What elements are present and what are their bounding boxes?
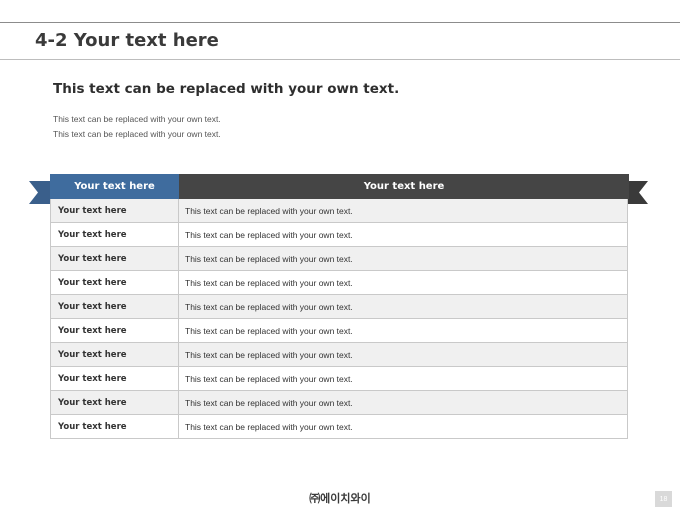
row-label: Your text here [51, 415, 179, 438]
top-divider [0, 22, 680, 23]
row-value: This text can be replaced with your own … [185, 253, 353, 264]
body-text: This text can be replaced with your own … [53, 112, 221, 142]
row-label: Your text here [51, 199, 179, 222]
table-row: Your text here This text can be replaced… [51, 391, 627, 415]
row-label: Your text here [51, 247, 179, 270]
table-header-col-1: Your text here [50, 174, 179, 199]
row-label: Your text here [51, 367, 179, 390]
row-label: Your text here [51, 343, 179, 366]
body-line: This text can be replaced with your own … [53, 114, 221, 124]
row-value: This text can be replaced with your own … [185, 397, 353, 408]
row-value: This text can be replaced with your own … [185, 373, 353, 384]
table-row: Your text here This text can be replaced… [51, 223, 627, 247]
row-value: This text can be replaced with your own … [185, 301, 353, 312]
row-label: Your text here [51, 319, 179, 342]
table-row: Your text here This text can be replaced… [51, 415, 627, 439]
row-label: Your text here [51, 223, 179, 246]
table-row: Your text here This text can be replaced… [51, 295, 627, 319]
row-label: Your text here [51, 295, 179, 318]
table-row: Your text here This text can be replaced… [51, 271, 627, 295]
table-row: Your text here This text can be replaced… [51, 343, 627, 367]
slide-title: 4-2 Your text here [35, 30, 219, 51]
table-header-col-2: Your text here [179, 174, 629, 199]
body-line: This text can be replaced with your own … [53, 129, 221, 139]
row-value: This text can be replaced with your own … [185, 325, 353, 336]
row-label: Your text here [51, 391, 179, 414]
table-row: Your text here This text can be replaced… [51, 247, 627, 271]
title-divider [0, 59, 680, 60]
row-value: This text can be replaced with your own … [185, 229, 353, 240]
slide-subtitle: This text can be replaced with your own … [53, 81, 400, 97]
page-number: 18 [655, 491, 672, 507]
content-table: Your text here This text can be replaced… [50, 199, 628, 439]
table-row: Your text here This text can be replaced… [51, 319, 627, 343]
table-row: Your text here This text can be replaced… [51, 199, 627, 223]
table-row: Your text here This text can be replaced… [51, 367, 627, 391]
row-value: This text can be replaced with your own … [185, 277, 353, 288]
row-value: This text can be replaced with your own … [185, 349, 353, 360]
row-label: Your text here [51, 271, 179, 294]
company-logo: ㈜에이치와이 [309, 492, 371, 505]
row-value: This text can be replaced with your own … [185, 205, 353, 216]
row-value: This text can be replaced with your own … [185, 421, 353, 432]
